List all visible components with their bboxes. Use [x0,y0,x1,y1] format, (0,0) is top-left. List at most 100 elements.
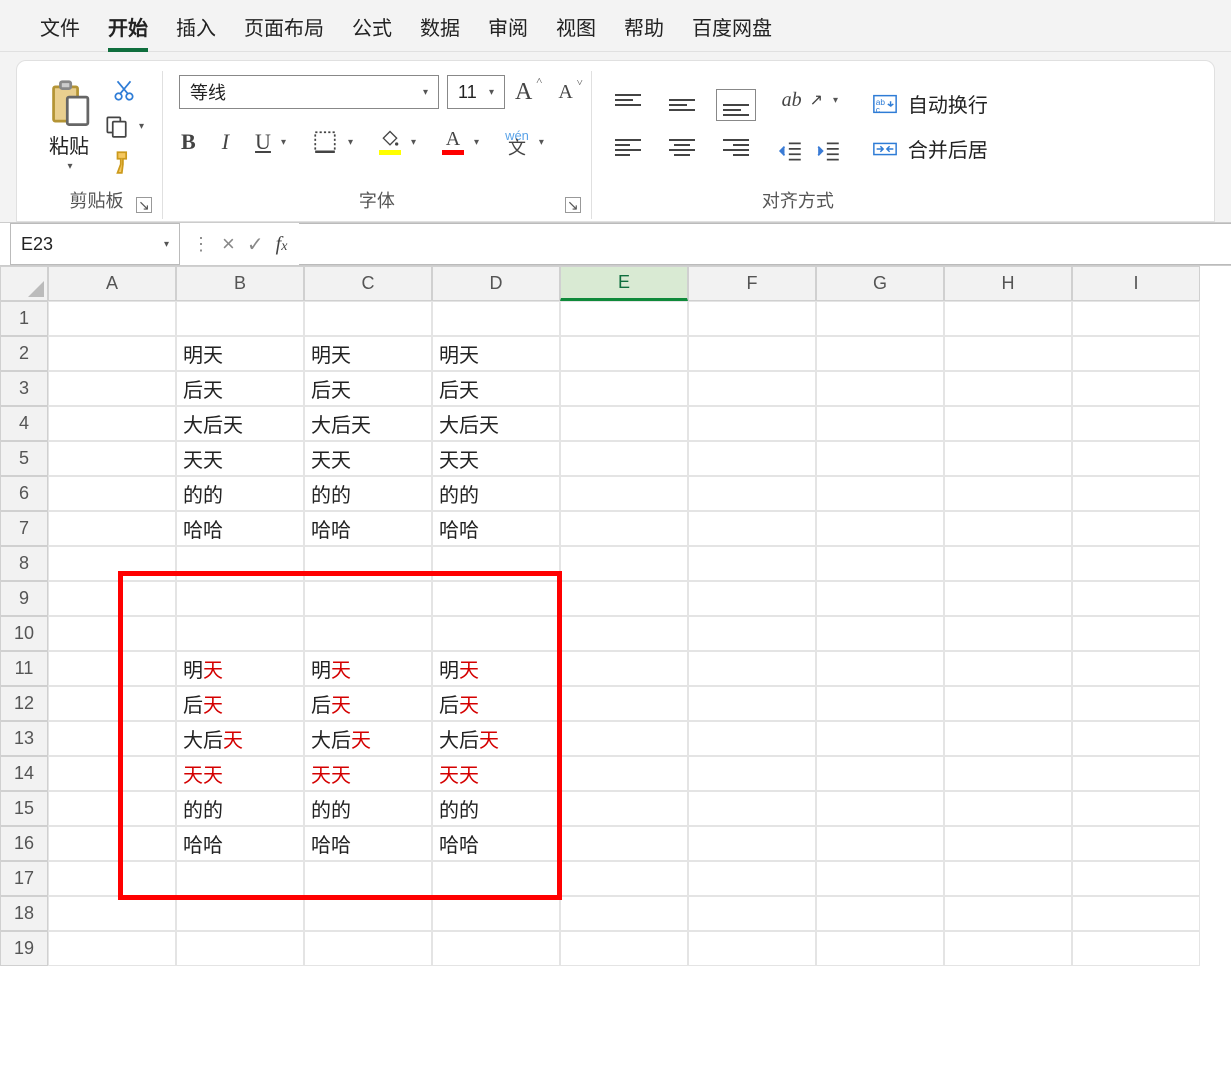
cell[interactable] [688,791,816,826]
cut-button[interactable] [109,75,139,105]
cell[interactable]: 天天 [304,756,432,791]
cell[interactable] [944,301,1072,336]
row-header[interactable]: 6 [0,476,48,511]
tab-home[interactable]: 开始 [108,12,148,41]
cell[interactable] [816,756,944,791]
cell[interactable]: 哈哈 [432,826,560,861]
cell[interactable] [560,301,688,336]
format-painter-button[interactable] [109,147,139,177]
tab-help[interactable]: 帮助 [624,12,664,41]
cell[interactable] [176,931,304,966]
cell[interactable]: 大后天 [304,721,432,756]
cell[interactable] [304,896,432,931]
cell[interactable] [1072,371,1200,406]
cell[interactable] [816,651,944,686]
cell[interactable] [48,756,176,791]
row-header[interactable]: 18 [0,896,48,931]
cell[interactable]: 天天 [304,441,432,476]
cell[interactable] [944,861,1072,896]
tab-baidu[interactable]: 百度网盘 [692,12,772,41]
cell[interactable]: 哈哈 [304,511,432,546]
fill-color-button[interactable]: ▾ [377,127,418,157]
orientation-button[interactable]: ab↗▾ [780,87,840,114]
cell[interactable] [48,616,176,651]
cell[interactable]: 天天 [176,756,304,791]
cell[interactable] [48,826,176,861]
cell[interactable] [1072,791,1200,826]
copy-button[interactable]: ▾ [101,111,146,141]
cell[interactable] [1072,336,1200,371]
cell[interactable] [688,406,816,441]
cell[interactable]: 明天 [176,336,304,371]
cell[interactable] [688,336,816,371]
row-header[interactable]: 19 [0,931,48,966]
row-header[interactable]: 9 [0,581,48,616]
cell[interactable] [48,476,176,511]
cell[interactable]: 后天 [176,371,304,406]
cell[interactable] [48,686,176,721]
cell[interactable] [816,721,944,756]
cell[interactable] [944,791,1072,826]
cell[interactable] [816,336,944,371]
cell[interactable] [688,651,816,686]
row-header[interactable]: 2 [0,336,48,371]
cell[interactable] [48,301,176,336]
cell[interactable] [816,686,944,721]
align-middle-button[interactable] [662,89,702,121]
cell[interactable] [816,476,944,511]
cell[interactable] [688,616,816,651]
cell[interactable] [560,476,688,511]
cell[interactable]: 的的 [304,476,432,511]
cell[interactable] [432,931,560,966]
cell[interactable] [176,616,304,651]
row-header[interactable]: 11 [0,651,48,686]
cell[interactable] [560,686,688,721]
cell[interactable] [48,406,176,441]
column-header[interactable]: D [432,266,560,301]
cell[interactable] [944,476,1072,511]
font-color-button[interactable]: A ▾ [440,127,481,157]
more-icon[interactable]: ⋮ [192,234,210,255]
cell[interactable]: 哈哈 [432,511,560,546]
cell[interactable] [560,441,688,476]
align-right-button[interactable] [716,131,756,163]
cell[interactable]: 后天 [304,686,432,721]
tab-layout[interactable]: 页面布局 [244,12,324,41]
increase-font-button[interactable]: A˄ [513,77,534,108]
cell[interactable]: 天天 [176,441,304,476]
cell[interactable] [688,581,816,616]
cell[interactable] [48,721,176,756]
cell[interactable] [1072,476,1200,511]
cell[interactable] [1072,581,1200,616]
font-family-combo[interactable]: 等线 ▾ [179,75,439,109]
cell[interactable] [688,826,816,861]
cell[interactable] [1072,546,1200,581]
cell[interactable] [176,861,304,896]
cell[interactable] [688,861,816,896]
row-header[interactable]: 1 [0,301,48,336]
cell[interactable] [688,511,816,546]
align-top-button[interactable] [608,89,648,121]
cell[interactable] [1072,756,1200,791]
cell[interactable] [816,616,944,651]
cell[interactable] [816,826,944,861]
row-header[interactable]: 17 [0,861,48,896]
cell[interactable] [304,546,432,581]
cell[interactable] [688,301,816,336]
row-header[interactable]: 13 [0,721,48,756]
cell[interactable] [688,896,816,931]
cell[interactable] [48,861,176,896]
font-size-combo[interactable]: 11 ▾ [447,75,505,109]
row-header[interactable]: 16 [0,826,48,861]
cell[interactable] [432,896,560,931]
cell[interactable]: 哈哈 [176,511,304,546]
cell[interactable] [560,756,688,791]
cell[interactable] [816,546,944,581]
align-bottom-button[interactable] [716,89,756,121]
cell[interactable] [48,791,176,826]
cell[interactable] [944,756,1072,791]
cell[interactable] [944,686,1072,721]
cell[interactable]: 大后天 [176,721,304,756]
name-box[interactable]: E23 ▾ [10,223,180,265]
cell[interactable] [304,581,432,616]
